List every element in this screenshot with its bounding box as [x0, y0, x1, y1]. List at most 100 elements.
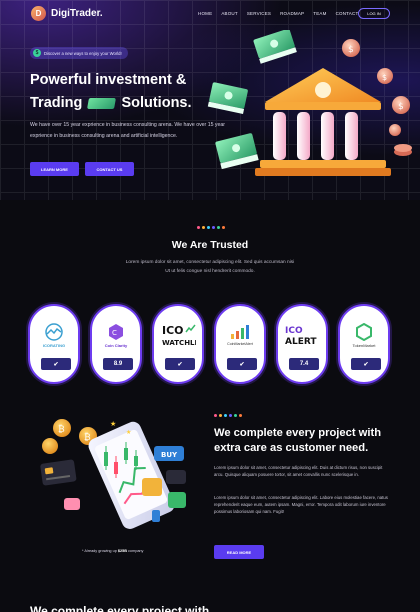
- trusted-title: We Are Trusted: [171, 239, 249, 251]
- nav-links: HOME ABOUT SERVICES ROADMAP TEAM CONTACT: [198, 11, 358, 16]
- partner-card-coinmarketalert[interactable]: CoinMarketAlert ✔: [214, 304, 266, 384]
- partner-badge-check-icon: ✔: [227, 358, 257, 370]
- dot: [219, 414, 222, 417]
- coinclarity-logo: C Coin Clarity: [92, 318, 140, 352]
- nav-link-about[interactable]: ABOUT: [221, 11, 238, 16]
- icowatchlist-logo: ICO WATCHLIST: [154, 318, 202, 352]
- complete-title: We complete every project with extra car…: [214, 427, 382, 454]
- coinclarity-icon: C: [109, 323, 123, 340]
- bank-illustration: $ $ $: [207, 30, 412, 176]
- bank-building: [255, 68, 391, 176]
- partner-name: TokenMarket: [352, 342, 376, 348]
- caption-suffix: company: [128, 549, 144, 553]
- svg-text:$: $: [348, 45, 354, 55]
- announcement-text: Discover a new ways to enjoy your World!: [44, 50, 122, 56]
- nav-link-home[interactable]: HOME: [198, 11, 212, 16]
- logo-icon: D: [31, 6, 46, 21]
- trusted-description: Lorem ipsum dolor sit amet, consectetur …: [125, 260, 295, 274]
- nav-link-contact[interactable]: CONTACT: [336, 11, 359, 16]
- svg-text:ICO: ICO: [162, 324, 184, 337]
- hero-title-line2-b: Solutions.: [121, 95, 192, 111]
- growth-caption: * Already growing up $25B company: [82, 549, 143, 553]
- dot: [202, 226, 205, 229]
- hero-title: Powerful investment & Trading Solutions.: [30, 69, 230, 115]
- pin-tile: [152, 510, 160, 522]
- dot: [217, 226, 220, 229]
- bitcoin-coins: ₿ ₿: [42, 419, 97, 454]
- coinmarketalert-logo: CoinMarketAlert: [216, 318, 264, 352]
- read-more-button[interactable]: READ MORE: [214, 545, 264, 559]
- partner-cards: ICORATING ✔ C Coin Clarity 8.9 ICO WATCH…: [28, 304, 392, 384]
- partner-badge-check-icon: ✔: [351, 358, 381, 370]
- dot: [207, 226, 210, 229]
- next-section-title: We complete every project with: [30, 604, 210, 612]
- hero-title-line1: Powerful investment &: [30, 72, 187, 88]
- icoalert-icon: ICO ALERT: [285, 326, 317, 347]
- partner-name: CoinMarketAlert: [227, 342, 253, 346]
- partner-badge-check-icon: ✔: [41, 358, 71, 370]
- announcement-pill[interactable]: $ Discover a new ways to enjoy your Worl…: [30, 47, 128, 59]
- nft-tile: [142, 478, 162, 496]
- cash-stack-bottom: [215, 133, 259, 170]
- caption-prefix: * Already growing up: [82, 549, 117, 553]
- cash-stack-left: [207, 82, 248, 114]
- contact-us-button[interactable]: CONTACT US: [85, 162, 134, 176]
- cash-stack-top: [253, 30, 297, 64]
- learn-more-button[interactable]: LEARN MORE: [30, 162, 79, 176]
- dot: [197, 226, 200, 229]
- wallet-tile: [166, 470, 186, 484]
- dot: [222, 226, 225, 229]
- brand-name: DigiTrader.: [51, 8, 103, 19]
- caption-value: $25B: [117, 549, 127, 553]
- svg-text:WATCHLIST: WATCHLIST: [162, 339, 196, 347]
- icoalert-logo: ICO ALERT: [278, 318, 326, 352]
- dollar-icon: $: [33, 49, 41, 57]
- complete-paragraph-1: Lorem ipsum dolor sit amet, consectetur …: [214, 465, 383, 477]
- svg-text:$: $: [398, 102, 404, 112]
- nav-link-roadmap[interactable]: ROADMAP: [280, 11, 304, 16]
- tokenmarket-icon: [356, 322, 372, 341]
- top-nav: D DigiTrader. HOME ABOUT SERVICES ROADMA…: [0, 6, 420, 24]
- hero-title-line2-a: Trading: [30, 95, 83, 111]
- credit-card: [40, 459, 77, 486]
- dot: [212, 226, 215, 229]
- chart-tile: [168, 492, 186, 508]
- dot: [234, 414, 237, 417]
- buy-tag: BUY: [154, 446, 184, 461]
- partner-card-coin-clarity[interactable]: C Coin Clarity 8.9: [90, 304, 142, 384]
- svg-text:C: C: [112, 329, 117, 337]
- login-button[interactable]: LOG IN: [358, 8, 390, 19]
- partner-card-icorating[interactable]: ICORATING ✔: [28, 304, 80, 384]
- dot: [214, 414, 217, 417]
- svg-text:ICO: ICO: [285, 326, 303, 336]
- partner-card-ico-watchlist[interactable]: ICO WATCHLIST ✔: [152, 304, 204, 384]
- partner-badge-check-icon: ✔: [165, 358, 195, 370]
- partner-score: 7.4: [289, 358, 319, 370]
- brand-logo[interactable]: D DigiTrader.: [31, 6, 103, 21]
- svg-text:$: $: [382, 73, 387, 82]
- phone-trading-illustration: ₿ ₿ ★ ★ BUY: [40, 419, 186, 529]
- icorating-icon: [45, 322, 63, 341]
- money-stack-icon: [87, 97, 117, 109]
- smartphone: [88, 421, 175, 529]
- icowatchlist-icon: ICO WATCHLIST: [162, 324, 196, 347]
- nav-link-services[interactable]: SERVICES: [247, 11, 271, 16]
- partner-score: 8.9: [103, 358, 133, 370]
- svg-text:₿: ₿: [58, 424, 65, 435]
- svg-text:BUY: BUY: [161, 451, 178, 459]
- partner-name: Coin Clarity: [104, 342, 128, 348]
- section-dots-complete: [214, 414, 242, 417]
- dot: [229, 414, 232, 417]
- dot: [224, 414, 227, 417]
- pink-tile: [64, 498, 80, 510]
- nav-link-team[interactable]: TEAM: [313, 11, 326, 16]
- section-dots-trusted: [197, 226, 225, 229]
- coinmarketalert-icon: [231, 325, 249, 339]
- svg-text:ALERT: ALERT: [285, 337, 317, 347]
- partner-card-tokenmarket[interactable]: TokenMarket ✔: [338, 304, 390, 384]
- star-icon: ★: [126, 429, 131, 436]
- partner-card-ico-alert[interactable]: ICO ALERT 7.4: [276, 304, 328, 384]
- dot: [239, 414, 242, 417]
- tokenmarket-logo: TokenMarket: [340, 318, 388, 352]
- svg-text:₿: ₿: [84, 432, 91, 443]
